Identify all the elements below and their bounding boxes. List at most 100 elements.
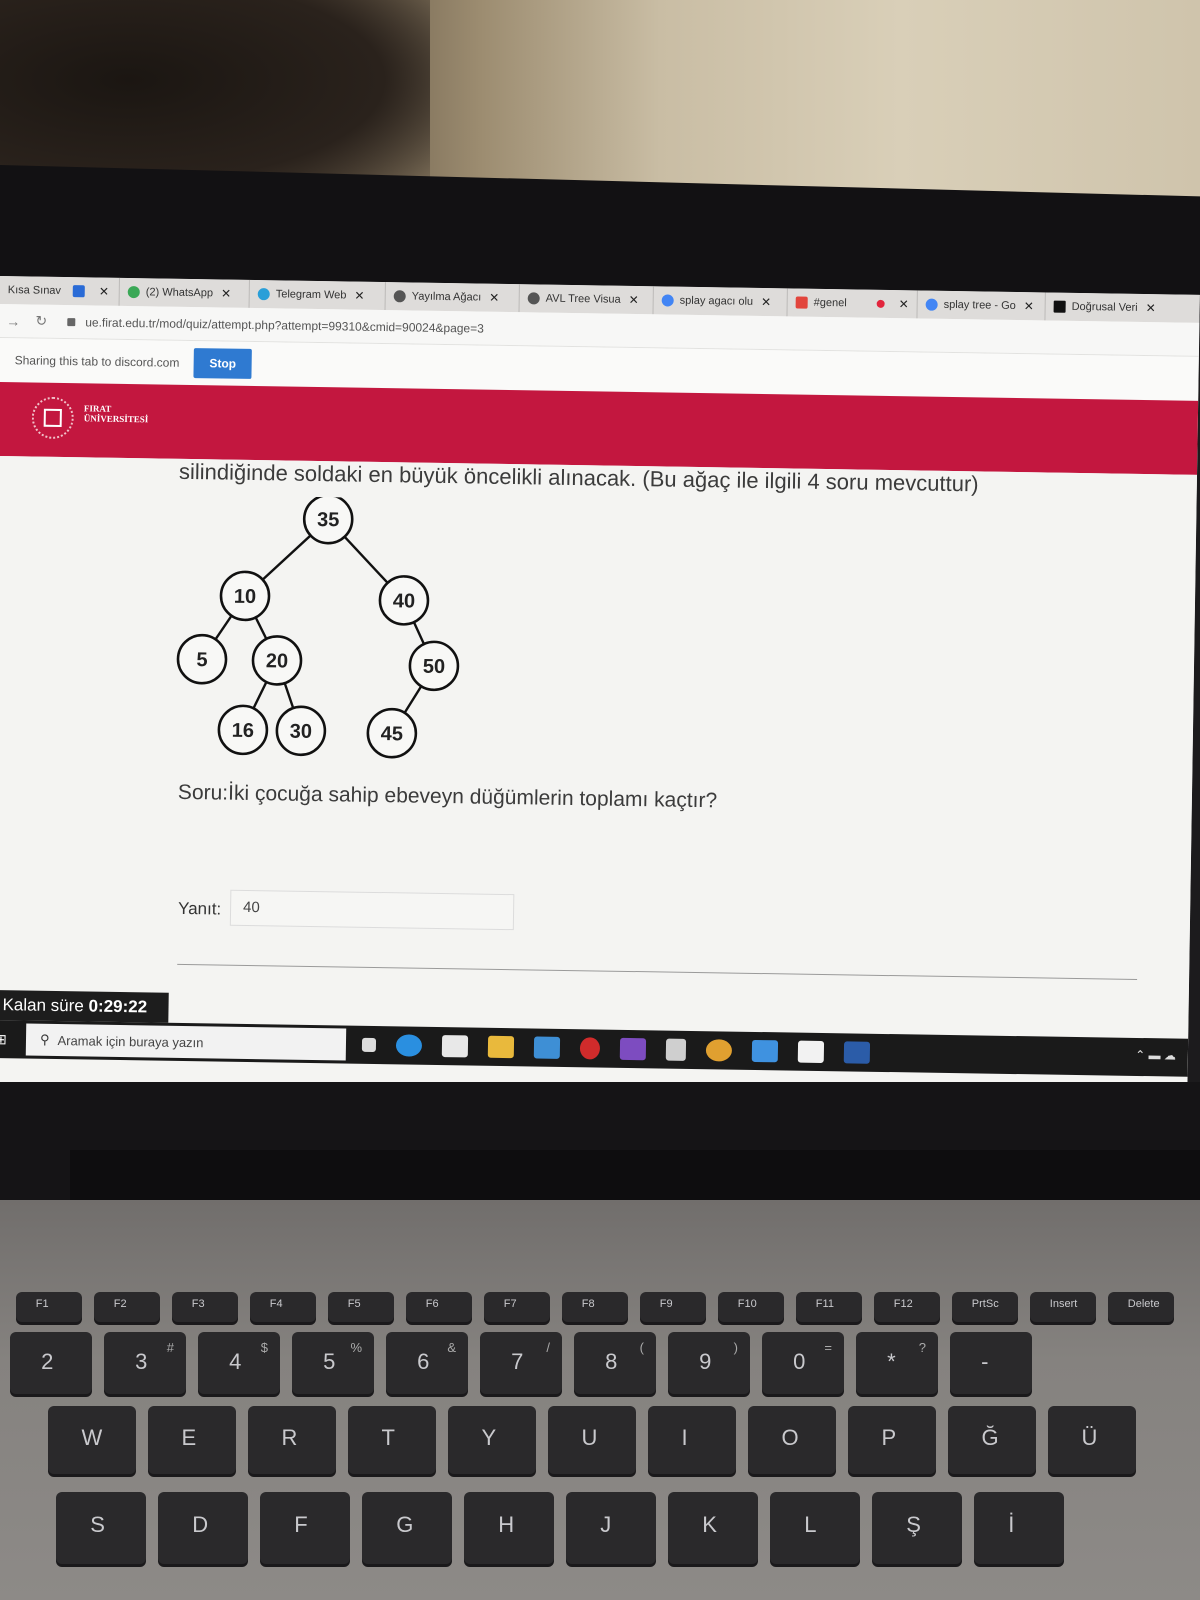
key[interactable]: F5 bbox=[328, 1292, 394, 1322]
key[interactable]: 6 & bbox=[386, 1332, 468, 1394]
visual-studio-icon[interactable] bbox=[619, 1037, 647, 1061]
key[interactable]: 0 = bbox=[762, 1332, 844, 1394]
key[interactable]: İ bbox=[974, 1492, 1064, 1564]
mail-icon[interactable] bbox=[533, 1036, 561, 1059]
stop-sharing-button[interactable]: Stop bbox=[193, 348, 253, 379]
key[interactable]: F8 bbox=[562, 1292, 628, 1322]
key[interactable]: *? bbox=[856, 1332, 938, 1394]
key[interactable]: D bbox=[158, 1492, 248, 1564]
key[interactable]: F12 bbox=[874, 1292, 940, 1322]
key[interactable]: O bbox=[748, 1406, 836, 1474]
key-label: F9 bbox=[659, 1298, 673, 1310]
key[interactable]: 4 $ bbox=[198, 1332, 280, 1394]
key[interactable]: Ğ bbox=[948, 1406, 1036, 1474]
key-label: F5 bbox=[347, 1298, 361, 1310]
key[interactable]: 9) bbox=[668, 1332, 750, 1394]
tree-node: 35 bbox=[302, 494, 354, 545]
key[interactable]: Y bbox=[448, 1406, 536, 1474]
key[interactable]: Ş bbox=[872, 1492, 962, 1564]
university-logo[interactable] bbox=[31, 396, 75, 440]
key-label: Ğ bbox=[981, 1425, 999, 1451]
file-explorer-icon[interactable] bbox=[487, 1035, 515, 1059]
key[interactable]: F7 bbox=[484, 1292, 550, 1322]
windows-start-icon[interactable]: ⊞ bbox=[0, 1020, 14, 1058]
chrome-icon[interactable] bbox=[705, 1039, 733, 1062]
key[interactable]: 8( bbox=[574, 1332, 656, 1394]
taskbar-search[interactable]: ⚲ Aramak için buraya yazın bbox=[25, 1023, 347, 1061]
close-icon[interactable]: ✕ bbox=[899, 297, 909, 311]
key[interactable]: J bbox=[566, 1492, 656, 1564]
task-view-icon[interactable] bbox=[361, 1037, 377, 1052]
key[interactable]: F6 bbox=[406, 1292, 472, 1322]
close-icon[interactable]: ✕ bbox=[221, 286, 231, 300]
key-label: PrtSc bbox=[971, 1298, 999, 1310]
key[interactable]: F10 bbox=[718, 1292, 784, 1322]
key[interactable]: R bbox=[248, 1406, 336, 1474]
key-label: 7 bbox=[511, 1349, 524, 1375]
key-label: F6 bbox=[425, 1298, 439, 1310]
key[interactable]: S bbox=[56, 1492, 146, 1564]
content-divider bbox=[177, 963, 1138, 980]
word-icon[interactable] bbox=[843, 1041, 871, 1064]
tab-telegram[interactable]: Telegram Web ✕ bbox=[249, 279, 386, 311]
key[interactable]: E bbox=[148, 1406, 236, 1474]
key[interactable]: P bbox=[848, 1406, 936, 1474]
key[interactable]: Ü bbox=[1048, 1406, 1136, 1474]
key[interactable]: - bbox=[950, 1332, 1032, 1394]
tab-label: Doğrusal Veri bbox=[1071, 300, 1138, 314]
tab-label: AVL Tree Visua bbox=[545, 292, 621, 306]
close-icon[interactable]: ✕ bbox=[1024, 299, 1034, 313]
forward-icon[interactable]: → bbox=[0, 312, 27, 329]
key[interactable]: H bbox=[464, 1492, 554, 1564]
tab-kisa-sinav[interactable]: Kısa Sınav ✕ bbox=[0, 276, 120, 306]
key[interactable]: 5% bbox=[292, 1332, 374, 1394]
app-red-icon[interactable] bbox=[579, 1037, 601, 1060]
key[interactable]: I bbox=[648, 1406, 736, 1474]
key[interactable]: F11 bbox=[796, 1292, 862, 1322]
key[interactable]: 7/ bbox=[480, 1332, 562, 1394]
key[interactable]: K bbox=[668, 1492, 758, 1564]
answer-input[interactable]: 40 bbox=[229, 889, 515, 931]
key[interactable]: PrtSc bbox=[952, 1292, 1018, 1322]
key-label: W bbox=[81, 1425, 103, 1451]
key[interactable]: F2 bbox=[94, 1292, 160, 1322]
tab-splay-agaci[interactable]: splay agacı olu ✕ bbox=[653, 286, 788, 317]
edge-icon[interactable] bbox=[395, 1034, 423, 1057]
close-icon[interactable]: ✕ bbox=[489, 291, 499, 305]
url-field[interactable]: ue.firat.edu.tr/mod/quiz/attempt.php?att… bbox=[85, 315, 484, 335]
key[interactable]: L bbox=[770, 1492, 860, 1564]
key[interactable]: T bbox=[348, 1406, 436, 1474]
close-icon[interactable]: ✕ bbox=[354, 289, 364, 303]
key[interactable]: Delete bbox=[1108, 1292, 1174, 1322]
key[interactable]: 3 # bbox=[104, 1332, 186, 1394]
key[interactable]: G bbox=[362, 1492, 452, 1564]
unity-icon[interactable] bbox=[665, 1038, 687, 1061]
key[interactable]: W bbox=[48, 1406, 136, 1474]
key[interactable]: 2 bbox=[10, 1332, 92, 1394]
key-shift-label: & bbox=[447, 1340, 456, 1355]
key-label: F1 bbox=[35, 1298, 49, 1310]
tab-splay-tree[interactable]: splay tree - Go ✕ bbox=[917, 290, 1046, 321]
app-blue-icon[interactable] bbox=[751, 1039, 779, 1063]
close-icon[interactable]: ✕ bbox=[761, 295, 771, 309]
key[interactable]: F3 bbox=[172, 1292, 238, 1322]
tab-avl-tree[interactable]: AVL Tree Visua ✕ bbox=[519, 284, 654, 315]
key[interactable]: Insert bbox=[1030, 1292, 1096, 1322]
system-tray[interactable]: ⌃ ▬ ☁ bbox=[1135, 1048, 1176, 1063]
close-icon[interactable]: ✕ bbox=[629, 293, 639, 307]
tab-genel[interactable]: #genel ✕ bbox=[787, 288, 918, 319]
key[interactable]: F4 bbox=[250, 1292, 316, 1322]
key-label: F3 bbox=[191, 1298, 205, 1310]
close-icon[interactable]: ✕ bbox=[1146, 301, 1156, 315]
reload-icon[interactable]: ↻ bbox=[27, 312, 55, 329]
store-icon[interactable] bbox=[441, 1035, 469, 1058]
key[interactable]: F9 bbox=[640, 1292, 706, 1322]
tab-dogrusal-veri[interactable]: Doğrusal Veri ✕ bbox=[1045, 292, 1167, 322]
tab-yayilma-agaci[interactable]: Yayılma Ağacı ✕ bbox=[385, 282, 520, 313]
key[interactable]: F1 bbox=[16, 1292, 82, 1322]
tab-whatsapp[interactable]: (2) WhatsApp ✕ bbox=[119, 277, 250, 308]
close-icon[interactable]: ✕ bbox=[99, 285, 109, 299]
app-hex-icon[interactable] bbox=[797, 1040, 825, 1064]
key[interactable]: U bbox=[548, 1406, 636, 1474]
key[interactable]: F bbox=[260, 1492, 350, 1564]
